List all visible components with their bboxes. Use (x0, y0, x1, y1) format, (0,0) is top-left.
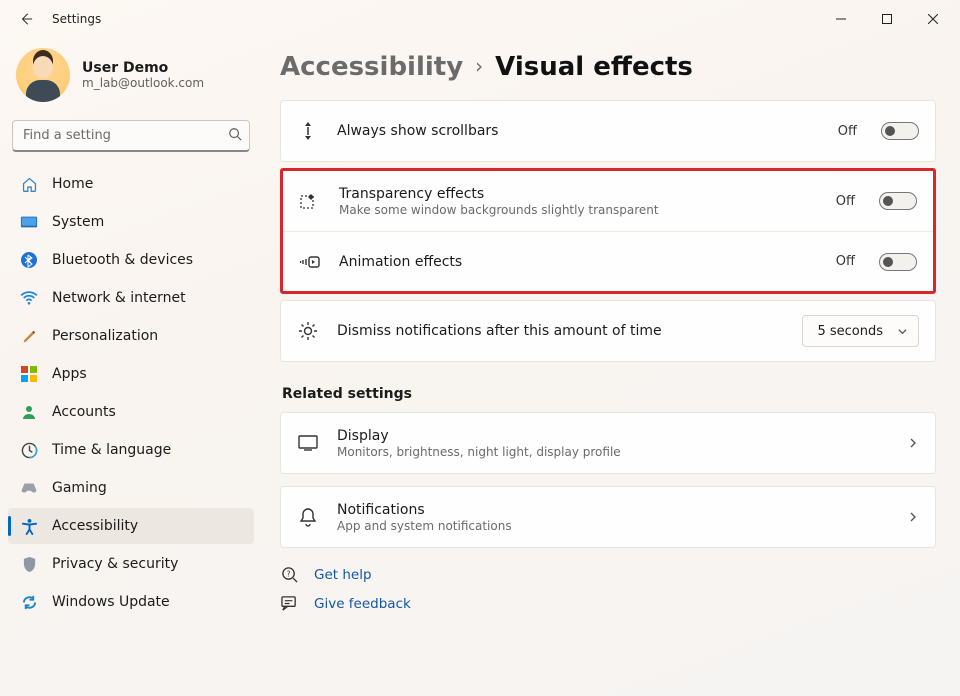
accessibility-icon (20, 517, 38, 535)
bell-icon (297, 507, 319, 527)
setting-title: Display (337, 428, 889, 444)
get-help-link[interactable]: ? Get help (280, 566, 936, 583)
nav-time[interactable]: Time & language (8, 432, 254, 468)
nav-label: Bluetooth & devices (52, 252, 193, 268)
setting-title: Notifications (337, 502, 889, 518)
nav-label: Privacy & security (52, 556, 178, 572)
setting-subtitle: App and system notifications (337, 519, 889, 533)
nav-accessibility[interactable]: Accessibility (8, 508, 254, 544)
feedback-icon (280, 595, 298, 612)
nav-label: Home (52, 176, 93, 192)
display-icon (297, 435, 319, 451)
brightness-icon (297, 321, 319, 341)
nav-label: Apps (52, 366, 87, 382)
nav-system[interactable]: System (8, 204, 254, 240)
nav-label: Network & internet (52, 290, 186, 306)
nav-label: Gaming (52, 480, 107, 496)
related-heading: Related settings (282, 386, 936, 402)
chevron-right-icon: › (475, 54, 483, 78)
nav-network[interactable]: Network & internet (8, 280, 254, 316)
setting-title: Transparency effects (339, 186, 818, 202)
clock-icon (20, 441, 38, 459)
setting-scrollbars: Always show scrollbars Off (280, 100, 936, 162)
help-icon: ? (280, 566, 298, 583)
nav-label: Personalization (52, 328, 158, 344)
bluetooth-icon (20, 251, 38, 269)
shield-icon (20, 555, 38, 573)
nav-list: Home System Bluetooth & devices Network … (8, 166, 254, 620)
feedback-link[interactable]: Give feedback (280, 595, 936, 612)
related-display[interactable]: Display Monitors, brightness, night ligh… (280, 412, 936, 474)
animation-icon (299, 254, 321, 270)
profile-block[interactable]: User Demo m_lab@outlook.com (8, 46, 254, 120)
profile-name: User Demo (82, 60, 204, 76)
update-icon (20, 593, 38, 611)
nav-label: Windows Update (52, 594, 170, 610)
wifi-icon (20, 289, 38, 307)
link-label: Give feedback (314, 596, 411, 612)
setting-animation: Animation effects Off (283, 231, 933, 291)
title-bar: Settings (0, 0, 960, 38)
nav-personalization[interactable]: Personalization (8, 318, 254, 354)
highlight-box: Transparency effects Make some window ba… (280, 168, 936, 294)
setting-title: Always show scrollbars (337, 123, 820, 139)
setting-subtitle: Make some window backgrounds slightly tr… (339, 203, 818, 217)
home-icon (20, 175, 38, 193)
link-label: Get help (314, 567, 372, 583)
toggle-state: Off (836, 254, 855, 269)
maximize-button[interactable] (864, 4, 910, 34)
sidebar: User Demo m_lab@outlook.com Home System … (0, 38, 266, 696)
setting-transparency: Transparency effects Make some window ba… (283, 171, 933, 231)
scrollbar-icon (297, 121, 319, 141)
chevron-down-icon (897, 326, 908, 337)
animation-toggle[interactable] (879, 253, 917, 271)
main-content: Accessibility › Visual effects Always sh… (266, 38, 960, 696)
chevron-right-icon (907, 511, 919, 523)
nav-update[interactable]: Windows Update (8, 584, 254, 620)
footer-links: ? Get help Give feedback (280, 566, 936, 612)
nav-label: System (52, 214, 104, 230)
avatar (16, 48, 70, 102)
profile-email: m_lab@outlook.com (82, 76, 204, 90)
gamepad-icon (20, 479, 38, 497)
search-icon (228, 127, 242, 141)
nav-privacy[interactable]: Privacy & security (8, 546, 254, 582)
minimize-button[interactable] (818, 4, 864, 34)
close-button[interactable] (910, 4, 956, 34)
setting-subtitle: Monitors, brightness, night light, displ… (337, 445, 889, 459)
back-button[interactable] (10, 3, 42, 35)
scrollbars-toggle[interactable] (881, 122, 919, 140)
nav-label: Time & language (52, 442, 171, 458)
related-notifications[interactable]: Notifications App and system notificatio… (280, 486, 936, 548)
nav-apps[interactable]: Apps (8, 356, 254, 392)
toggle-state: Off (838, 124, 857, 139)
setting-title: Dismiss notifications after this amount … (337, 323, 784, 339)
nav-home[interactable]: Home (8, 166, 254, 202)
setting-dismiss: Dismiss notifications after this amount … (280, 300, 936, 362)
breadcrumb-parent[interactable]: Accessibility (280, 52, 463, 82)
dismiss-dropdown[interactable]: 5 seconds (802, 315, 919, 347)
nav-gaming[interactable]: Gaming (8, 470, 254, 506)
search-wrapper (12, 120, 250, 152)
chevron-right-icon (907, 437, 919, 449)
apps-icon (20, 365, 38, 383)
nav-label: Accessibility (52, 518, 138, 534)
dropdown-value: 5 seconds (817, 324, 883, 339)
setting-title: Animation effects (339, 254, 818, 270)
nav-label: Accounts (52, 404, 116, 420)
system-icon (20, 213, 38, 231)
nav-bluetooth[interactable]: Bluetooth & devices (8, 242, 254, 278)
svg-text:?: ? (286, 569, 290, 578)
window-title: Settings (52, 12, 101, 26)
nav-accounts[interactable]: Accounts (8, 394, 254, 430)
toggle-state: Off (836, 194, 855, 209)
person-icon (20, 403, 38, 421)
search-input[interactable] (12, 120, 250, 152)
page-title: Visual effects (495, 52, 693, 82)
transparency-toggle[interactable] (879, 192, 917, 210)
breadcrumb: Accessibility › Visual effects (280, 52, 936, 82)
brush-icon (20, 327, 38, 345)
transparency-icon (299, 192, 321, 210)
